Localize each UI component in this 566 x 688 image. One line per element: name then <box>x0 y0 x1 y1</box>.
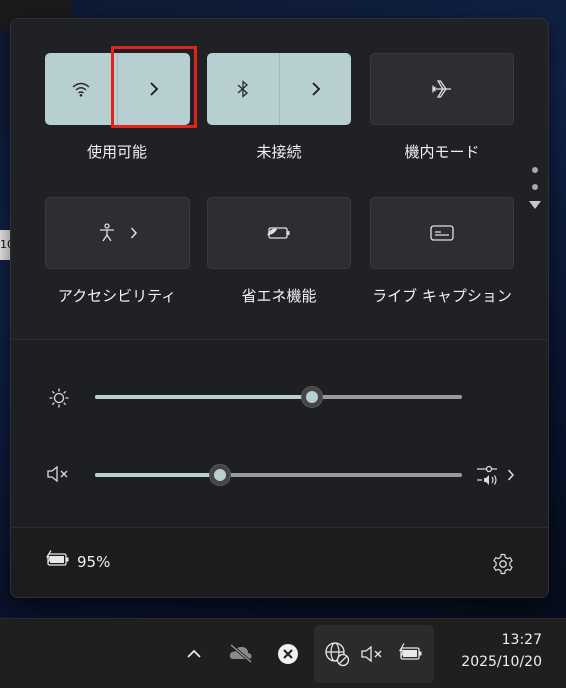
volume-muted-icon <box>47 465 68 483</box>
page-dot[interactable] <box>532 184 538 190</box>
accessibility-icon <box>99 223 114 242</box>
live-captions-label: ライブ キャプション <box>372 287 512 305</box>
next-page-arrow-icon[interactable] <box>529 201 541 209</box>
battery-saver-tile[interactable] <box>207 197 351 269</box>
taskbar: 13:27 2025/10/20 <box>0 618 566 688</box>
audio-output-button[interactable] <box>473 462 519 488</box>
clock-date: 2025/10/20 <box>461 654 542 670</box>
bluetooth-expand-button[interactable] <box>280 53 351 125</box>
clock-time: 13:27 <box>501 632 542 648</box>
wifi-label: 使用可能 <box>86 143 147 161</box>
wifi-toggle[interactable] <box>45 53 117 125</box>
airplane-mode-label: 機内モード <box>404 143 480 161</box>
sliders-area <box>11 339 548 527</box>
quick-settings-footer: 95% <box>11 527 548 597</box>
brightness-slider[interactable] <box>95 386 462 408</box>
highlight-box <box>111 46 197 128</box>
chevron-right-icon <box>507 469 515 481</box>
bluetooth-toggle[interactable] <box>207 53 279 125</box>
chevron-right-icon <box>311 82 320 96</box>
chevron-right-icon <box>130 227 137 239</box>
brightness-slider-fill <box>95 395 312 399</box>
page-dot[interactable] <box>532 167 538 173</box>
quick-settings-panel: 使用可能 未接続 機内モード アクセシビリティ 省エネ機能 ライブ キャプション… <box>10 18 549 598</box>
airplane-icon <box>432 80 451 98</box>
wifi-icon <box>72 82 90 97</box>
taskbar-clock[interactable]: 13:27 2025/10/20 <box>461 629 542 673</box>
volume-muted-icon <box>361 645 382 663</box>
volume-slider[interactable] <box>95 464 462 486</box>
accessibility-tile[interactable] <box>45 197 190 269</box>
airplane-mode-tile[interactable] <box>370 53 514 125</box>
brightness-slider-thumb[interactable] <box>300 386 323 408</box>
background-window-edge: 10 <box>0 230 10 260</box>
gear-icon[interactable] <box>492 553 514 575</box>
live-captions-tile[interactable] <box>370 197 514 269</box>
battery-saver-label: 省エネ機能 <box>241 287 317 305</box>
battery-status-button[interactable]: 95% <box>41 546 121 578</box>
page-indicator <box>529 167 541 209</box>
volume-slider-fill <box>95 473 220 477</box>
battery-charging-icon <box>398 643 422 660</box>
battery-charging-icon <box>45 550 69 566</box>
quick-settings-tiles: 使用可能 未接続 機内モード アクセシビリティ 省エネ機能 ライブ キャプション <box>11 19 548 339</box>
onedrive-offline-icon[interactable] <box>228 643 254 663</box>
audio-mixer-icon <box>477 465 497 485</box>
accessibility-label: アクセシビリティ <box>57 287 177 305</box>
captions-icon <box>430 225 454 241</box>
system-tray-quick-settings-button[interactable] <box>314 625 434 683</box>
battery-percentage: 95% <box>77 553 111 571</box>
bluetooth-label: 未接続 <box>256 143 302 161</box>
volume-slider-thumb[interactable] <box>208 464 231 486</box>
bluetooth-tile[interactable] <box>207 53 351 125</box>
close-circle-icon[interactable] <box>277 643 299 665</box>
chevron-up-icon[interactable] <box>186 649 202 659</box>
brightness-icon <box>49 388 69 408</box>
battery-saver-icon <box>267 227 290 239</box>
network-icon <box>325 642 350 667</box>
bluetooth-icon <box>237 80 248 98</box>
